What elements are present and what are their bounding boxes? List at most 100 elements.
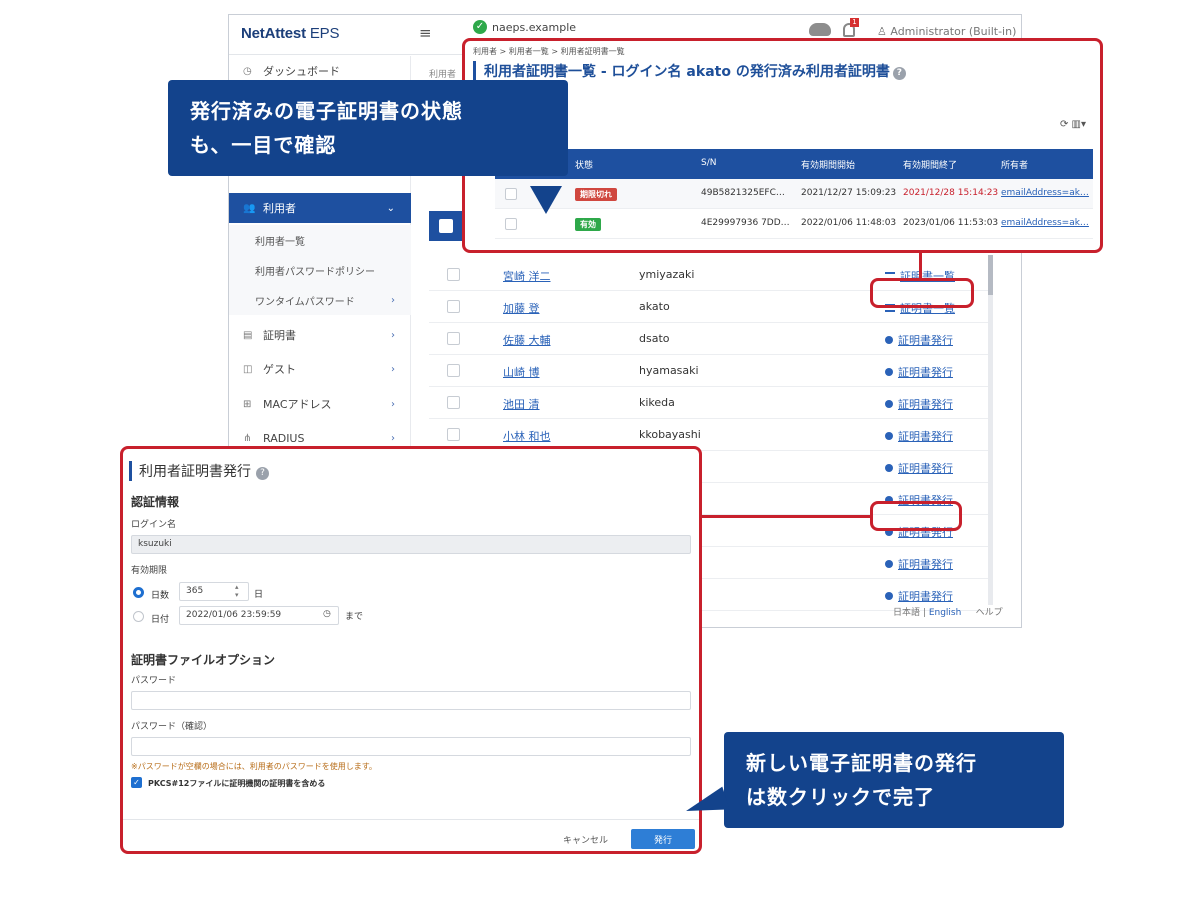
- sidebar-subitem-user-list[interactable]: 利用者一覧: [229, 225, 411, 255]
- clock-icon[interactable]: ◷: [323, 609, 331, 619]
- login-name: akato: [639, 300, 670, 313]
- sidebar-item-guest[interactable]: ◫ ゲスト ›: [229, 354, 411, 384]
- action-label: 証明書発行: [898, 558, 953, 571]
- user-name-link[interactable]: 池田 清: [503, 396, 540, 412]
- help-icon[interactable]: ?: [256, 467, 269, 480]
- sidebar-item-users[interactable]: 👥 利用者 ⌄: [229, 193, 411, 223]
- col-sn[interactable]: S/N: [701, 158, 716, 168]
- login-name: hyamasaki: [639, 364, 699, 377]
- table-row[interactable]: 池田 清 kikeda 証明書発行: [429, 387, 989, 419]
- user-name-link[interactable]: 宮崎 洋二: [503, 268, 551, 284]
- footer-links: 日本語 | English ヘルプ: [893, 605, 1003, 618]
- row-checkbox[interactable]: [447, 300, 460, 313]
- issue-icon: [885, 464, 893, 472]
- col-start[interactable]: 有効期間開始: [801, 158, 855, 171]
- user-name-link[interactable]: 加藤 登: [503, 300, 540, 316]
- callout-line: 新しい電子証明書の発行: [746, 751, 977, 775]
- menu-icon[interactable]: ≡: [419, 24, 432, 42]
- password-confirm-label: パスワード（確認）: [131, 722, 213, 732]
- cert-issue-link[interactable]: 証明書発行: [885, 556, 953, 572]
- issue-button[interactable]: 発行: [631, 829, 695, 849]
- app-logo[interactable]: NetAttest EPS: [241, 25, 339, 42]
- col-owner[interactable]: 所有者: [1001, 158, 1028, 171]
- sidebar-item-certificate[interactable]: ▤ 証明書 ›: [229, 320, 411, 350]
- cert-issue-link[interactable]: 証明書発行: [885, 332, 953, 348]
- auth-section-title: 認証情報: [131, 495, 180, 509]
- validity-label: 有効期限: [131, 566, 168, 576]
- table-scrollbar[interactable]: [988, 255, 993, 605]
- row-checkbox[interactable]: [505, 218, 517, 230]
- help-icon[interactable]: ?: [892, 67, 906, 80]
- guest-icon: ◫: [243, 363, 253, 375]
- col-end[interactable]: 有効期間終了: [903, 158, 957, 171]
- days-radio[interactable]: [133, 587, 144, 598]
- date-label: 日付: [151, 615, 170, 625]
- cert-issue-link[interactable]: 証明書発行: [885, 428, 953, 444]
- row-checkbox[interactable]: [505, 188, 517, 200]
- issue-icon: [885, 560, 893, 568]
- cert-start: 2022/01/06 11:48:03: [801, 218, 897, 228]
- pkcs-checkbox[interactable]: ✓: [131, 777, 142, 788]
- user-name-link[interactable]: 佐藤 大輔: [503, 332, 551, 348]
- callout-tail: [530, 186, 562, 214]
- date-field[interactable]: 2022/01/06 23:59:59: [179, 606, 339, 625]
- cert-owner-link[interactable]: emailAddress=ak…: [1001, 218, 1089, 228]
- cancel-button[interactable]: キャンセル: [563, 833, 608, 846]
- row-checkbox[interactable]: [447, 364, 460, 377]
- cloud-icon[interactable]: [809, 23, 831, 36]
- scrollbar-thumb[interactable]: [988, 255, 993, 295]
- table-row[interactable]: 山崎 博 hyamasaki 証明書発行: [429, 355, 989, 387]
- logo-main: NetAttest: [241, 25, 306, 42]
- highlight-cert-list-link: [870, 278, 974, 308]
- table-row[interactable]: 佐藤 大輔 dsato 証明書発行: [429, 323, 989, 355]
- page-title: 利用者証明書一覧 - ログイン名 akato の発行済み利用者証明書?: [473, 61, 906, 81]
- user-menu[interactable]: ♙ Administrator (Built-in): [877, 25, 1016, 38]
- row-checkbox[interactable]: [447, 396, 460, 409]
- refresh-icon[interactable]: ⟳ ▥▾: [1060, 119, 1086, 130]
- pkcs-label: PKCS#12ファイルに証明機関の証明書を含める: [148, 779, 326, 788]
- help-link[interactable]: ヘルプ: [976, 608, 1003, 618]
- login-name: kikeda: [639, 396, 675, 409]
- cert-owner-link[interactable]: emailAddress=ak…: [1001, 188, 1089, 198]
- page-title-text: 利用者証明書一覧 - ログイン名 akato の発行済み利用者証明書: [484, 64, 890, 80]
- sidebar-subitem-password-policy[interactable]: 利用者パスワードポリシー: [229, 255, 411, 285]
- connector-line-top: [919, 252, 922, 280]
- cert-issue-link[interactable]: 証明書発行: [885, 460, 953, 476]
- chevron-down-icon: ⌄: [386, 202, 395, 214]
- sidebar-item-label: 証明書: [263, 329, 296, 342]
- sidebar-subitem-otp[interactable]: ワンタイムパスワード ›: [229, 285, 411, 315]
- row-checkbox[interactable]: [447, 268, 460, 281]
- lang-ja-link[interactable]: 日本語: [893, 608, 920, 618]
- issue-icon: [885, 336, 893, 344]
- sidebar-item-label: 利用者一覧: [255, 236, 305, 248]
- sidebar-item-label: ゲスト: [263, 363, 296, 376]
- breadcrumb[interactable]: 利用者 > 利用者一覧 > 利用者証明書一覧: [473, 46, 625, 57]
- password-confirm-field[interactable]: [131, 737, 691, 756]
- select-all-checkbox[interactable]: [439, 219, 453, 233]
- cert-issue-link[interactable]: 証明書発行: [885, 588, 953, 604]
- issue-icon: [885, 592, 893, 600]
- cert-sn: 4E29997936 7DD…: [701, 218, 790, 228]
- user-name-link[interactable]: 山崎 博: [503, 364, 540, 380]
- action-label: 証明書発行: [898, 366, 953, 379]
- cert-issue-link[interactable]: 証明書発行: [885, 396, 953, 412]
- col-status[interactable]: 状態: [575, 158, 593, 171]
- user-name-link[interactable]: 小林 和也: [503, 428, 551, 444]
- dialog-title: 利用者証明書発行?: [129, 461, 269, 481]
- date-suffix: まで: [345, 612, 364, 622]
- cert-row[interactable]: 有効 4E29997936 7DD… 2022/01/06 11:48:03 2…: [495, 209, 1093, 239]
- date-radio[interactable]: [133, 611, 144, 622]
- stepper-arrows-icon[interactable]: ▴ ▾: [235, 583, 239, 599]
- cert-issue-link[interactable]: 証明書発行: [885, 364, 953, 380]
- sidebar-item-mac[interactable]: ⊞ MACアドレス ›: [229, 389, 411, 419]
- page-breadcrumb: 利用者: [429, 70, 457, 80]
- cert-row[interactable]: 期限切れ 49B5821325EFC… 2021/12/27 15:09:23 …: [495, 179, 1093, 209]
- password-field[interactable]: [131, 691, 691, 710]
- row-checkbox[interactable]: [447, 332, 460, 345]
- lang-en-link[interactable]: English: [929, 608, 962, 618]
- issue-icon: [885, 432, 893, 440]
- cert-issue-panel: 利用者証明書発行? 認証情報 ログイン名 ksuzuki 有効期限 日数 365…: [120, 446, 702, 854]
- row-checkbox[interactable]: [447, 428, 460, 441]
- callout-cert-issue: 新しい電子証明書の発行 は数クリックで完了: [724, 732, 1064, 828]
- callout-cert-status: 発行済みの電子証明書の状態 も、一目で確認: [168, 80, 568, 176]
